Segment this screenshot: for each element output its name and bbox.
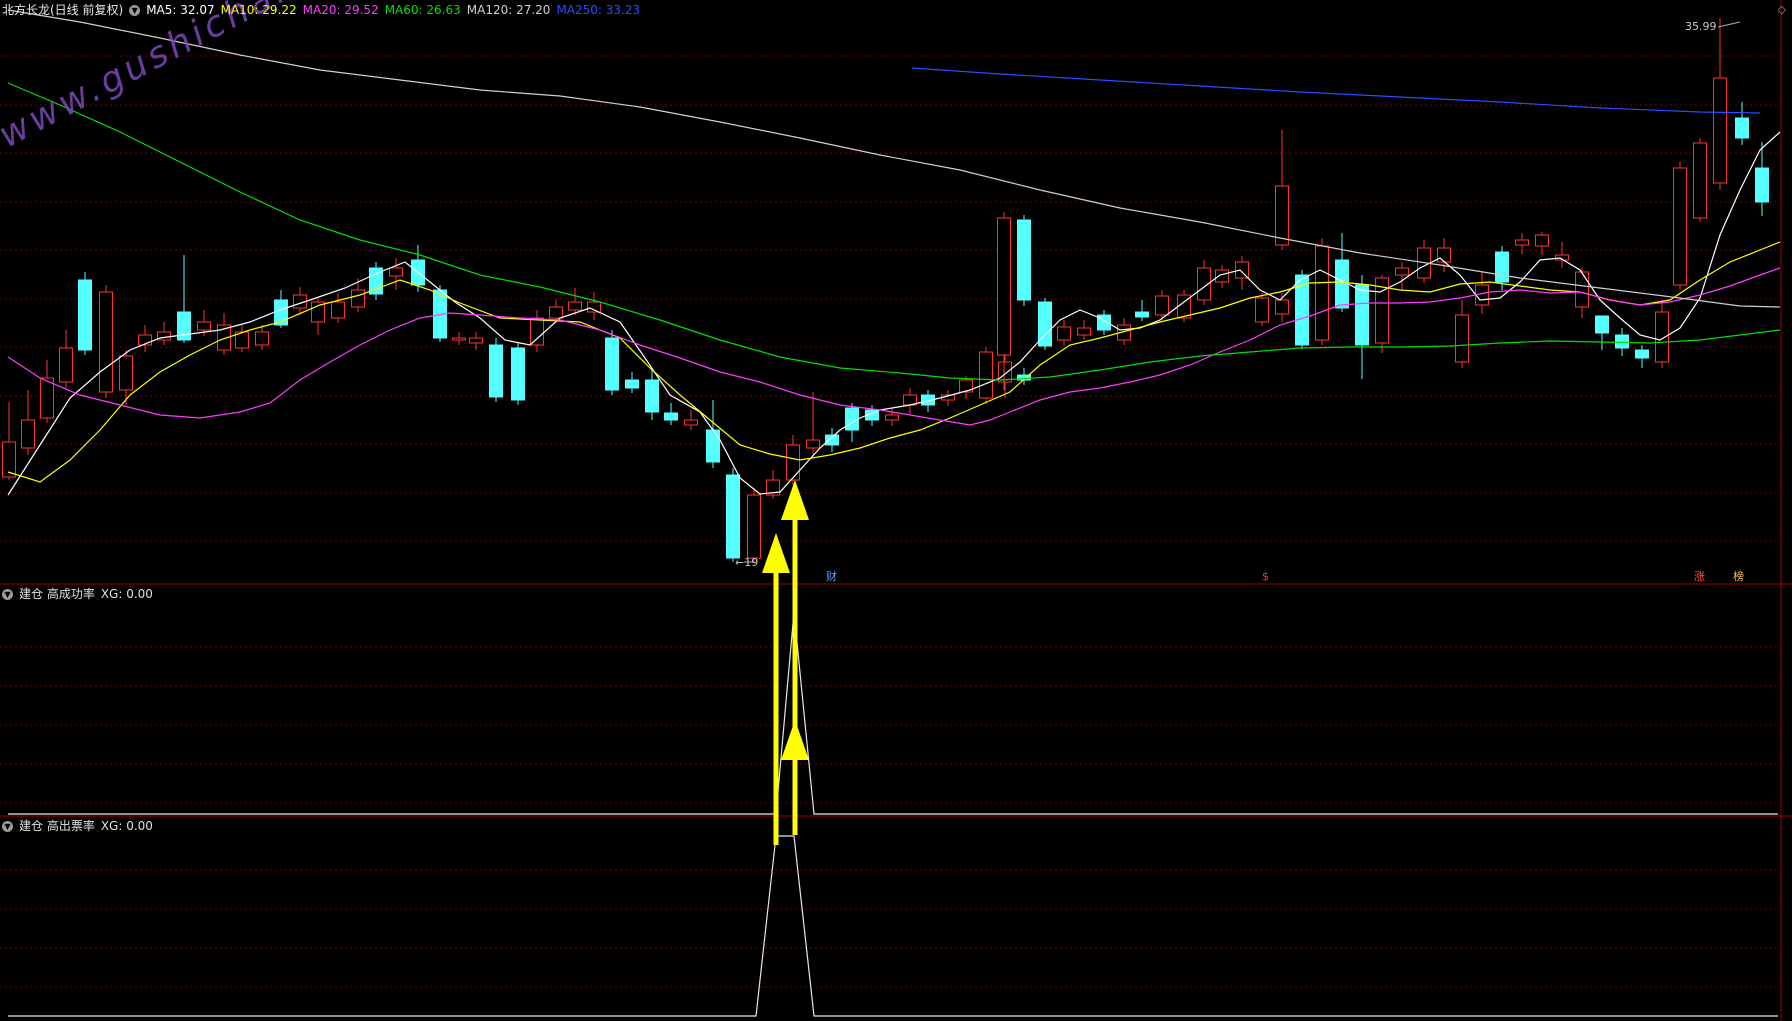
event-marker-cai[interactable]: 财 xyxy=(826,570,837,583)
candle-body xyxy=(119,355,133,391)
candle-body xyxy=(1335,259,1349,309)
stock-chart-window: www.gushichanghong.com 北方长龙(日线 前复权) ▼ MA5:… xyxy=(0,0,1792,1021)
candle-body xyxy=(1735,117,1749,139)
candle-body xyxy=(1693,142,1707,219)
high-pointer-line xyxy=(1717,21,1741,28)
ma60-line xyxy=(7,82,1781,381)
candle-body xyxy=(1673,167,1687,286)
candle-body xyxy=(1595,315,1609,334)
chart-canvas[interactable] xyxy=(0,0,1792,1021)
candle-body xyxy=(1515,239,1529,246)
candle-body xyxy=(351,289,365,308)
candle-body xyxy=(59,347,73,383)
ma250-line xyxy=(911,67,1761,114)
candle-body xyxy=(1755,167,1769,203)
panel-2-signal-line xyxy=(8,835,1778,1017)
ma5-line xyxy=(7,131,1781,496)
candle-body xyxy=(979,351,993,399)
candle-body xyxy=(1635,349,1649,359)
low-price-label: ←19 xyxy=(735,556,759,569)
high-price-label: 35.99 xyxy=(1685,20,1717,33)
candle-body xyxy=(1215,269,1229,283)
candle-body xyxy=(1255,297,1269,323)
candle-body xyxy=(389,267,403,277)
ma-label-4: MA120: 27.20 xyxy=(466,3,551,17)
stock-title[interactable]: 北方长龙(日线 前复权) xyxy=(2,3,123,17)
candle-body xyxy=(331,301,345,319)
candle-body xyxy=(1155,295,1169,316)
main-panel-header: 北方长龙(日线 前复权) ▼ MA5: 32.07 MA10: 29.22 MA20: … xyxy=(2,0,652,20)
candle-body xyxy=(1355,284,1369,346)
candle-body xyxy=(197,321,211,331)
candle-body xyxy=(706,429,720,463)
candle-body xyxy=(625,379,639,389)
candle-body xyxy=(1275,185,1289,246)
panel-1-title[interactable]: 建仓 高成功率 xyxy=(19,587,95,601)
candle-body xyxy=(511,347,525,401)
candle-body xyxy=(605,337,619,391)
candle-body xyxy=(1135,311,1149,318)
chevron-down-icon[interactable]: ▼ xyxy=(2,821,13,832)
event-marker-bang[interactable]: 榜 xyxy=(1733,570,1744,583)
panel-1-header: ▼ 建仓 高成功率 XG: 0.00 xyxy=(2,584,159,604)
candle-body xyxy=(726,474,740,559)
candle-body xyxy=(1575,271,1589,308)
candle-body xyxy=(40,377,54,419)
ma120-line xyxy=(7,9,1781,308)
candle-body xyxy=(806,439,820,449)
ma-indicator-row: MA5: 32.07 MA10: 29.22 MA20: 29.52 MA60: 26… xyxy=(146,3,646,17)
ma10-line xyxy=(7,241,1781,483)
candle-body xyxy=(530,317,544,346)
ma-label-2: MA20: 29.52 xyxy=(302,3,379,17)
ma-label-1: MA10: 29.22 xyxy=(220,3,297,17)
panel-2-xg: XG: 0.00 xyxy=(100,819,153,833)
candle-body xyxy=(1495,251,1509,283)
candle-body xyxy=(1235,261,1249,279)
candle-body xyxy=(311,301,325,323)
candle-body xyxy=(1713,77,1727,184)
event-marker-zhang[interactable]: 涨 xyxy=(1694,570,1705,583)
candle-body xyxy=(469,337,483,344)
candle-body xyxy=(1017,219,1031,301)
panel-1-signal-line xyxy=(8,611,1778,815)
chevron-down-icon[interactable]: ▼ xyxy=(2,589,13,600)
candle-body xyxy=(1077,327,1091,336)
candle-body xyxy=(1455,314,1469,363)
candle-body xyxy=(99,291,113,393)
panel-2-header: ▼ 建仓 高出票率 XG: 0.00 xyxy=(2,816,159,836)
candle-body xyxy=(1057,326,1071,341)
ma20-line xyxy=(7,267,1781,426)
candle-body xyxy=(684,419,698,426)
candle-body xyxy=(845,407,859,431)
candle-body xyxy=(549,306,563,319)
candle-body xyxy=(1615,334,1629,349)
candle-body xyxy=(1437,247,1451,263)
candle-body xyxy=(1655,311,1669,363)
candle-body xyxy=(664,412,678,421)
candle-body xyxy=(21,419,35,449)
candle-body xyxy=(1535,234,1549,247)
ma-label-3: MA60: 26.63 xyxy=(384,3,461,17)
candle-body xyxy=(1315,245,1329,341)
panel-1-xg: XG: 0.00 xyxy=(100,587,153,601)
candle-body xyxy=(645,379,659,413)
candle-body xyxy=(1395,267,1409,276)
panel-2-title[interactable]: 建仓 高出票率 xyxy=(19,819,95,833)
candle-body xyxy=(885,414,899,421)
candle-body xyxy=(997,217,1011,356)
candle-body xyxy=(786,444,800,481)
yellow-arrow-1-head xyxy=(762,533,790,573)
candle-body xyxy=(78,279,92,351)
candle-body xyxy=(452,337,466,341)
candle-body xyxy=(255,331,269,346)
ma-label-0: MA5: 32.07 xyxy=(146,3,215,17)
candle-body xyxy=(568,301,582,311)
candle-body xyxy=(747,494,761,559)
chevron-down-icon[interactable]: ▼ xyxy=(129,5,141,16)
candle-body xyxy=(489,344,503,398)
event-marker-dollar[interactable]: $ xyxy=(1262,570,1269,583)
ma-label-5: MA250: 33.23 xyxy=(556,3,641,17)
candle-body xyxy=(1275,299,1289,315)
diamond-icon[interactable]: ◇ xyxy=(1778,3,1786,16)
